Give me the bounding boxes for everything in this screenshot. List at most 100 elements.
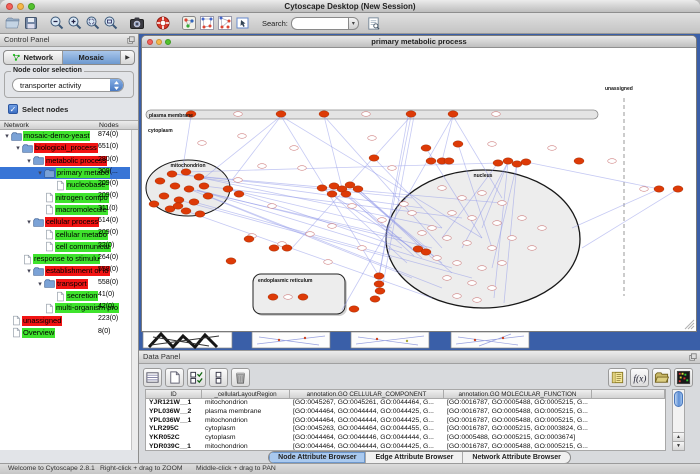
gene-label-node[interactable]	[640, 187, 649, 192]
float-panel-icon[interactable]	[689, 353, 697, 363]
gene-node[interactable]	[349, 306, 359, 312]
gene-node[interactable]	[673, 186, 683, 192]
gene-node[interactable]	[341, 191, 351, 197]
gene-label-node[interactable]	[453, 294, 462, 299]
gene-label-node[interactable]	[258, 164, 267, 169]
import-attributes-button[interactable]	[652, 368, 671, 387]
gene-node[interactable]	[444, 158, 454, 164]
gene-node[interactable]	[421, 249, 431, 255]
gene-label-node[interactable]	[478, 191, 487, 196]
gene-node[interactable]	[298, 294, 308, 300]
tree-row[interactable]: multi-organism pro42(0)	[0, 302, 130, 314]
gene-node[interactable]	[155, 178, 165, 184]
gene-label-node[interactable]	[508, 236, 517, 241]
gene-node[interactable]	[406, 111, 416, 117]
graph-edge[interactable]	[582, 189, 678, 248]
tree-row[interactable]: ▾establishment of lo558(0)	[0, 265, 130, 277]
gene-node[interactable]	[269, 245, 279, 251]
gene-label-node[interactable]	[468, 281, 477, 286]
tree-row[interactable]: unassigned223(0)	[0, 314, 130, 326]
expander-icon[interactable]: ▾	[14, 144, 22, 152]
resize-grip[interactable]	[685, 320, 694, 329]
gene-label-node[interactable]	[468, 216, 477, 221]
zoom-fit-button[interactable]	[102, 14, 120, 32]
gene-node[interactable]	[167, 171, 177, 177]
graph-edge[interactable]	[442, 116, 453, 161]
tab-overflow-arrow[interactable]: ▶	[121, 51, 134, 64]
layout-spring-button[interactable]	[216, 14, 234, 32]
matrix-view-button[interactable]	[674, 368, 693, 387]
gene-node[interactable]	[184, 186, 194, 192]
zoom-out-button[interactable]	[48, 14, 66, 32]
new-attribute-button[interactable]	[165, 368, 184, 387]
gene-node[interactable]	[223, 186, 233, 192]
gene-node[interactable]	[234, 191, 244, 197]
tree-row[interactable]: ▾primary metabo209(...	[0, 167, 130, 179]
gene-node[interactable]	[448, 111, 458, 117]
layout-grid-button[interactable]	[198, 14, 216, 32]
select-mode-button[interactable]	[234, 14, 252, 32]
expander-icon[interactable]: ▾	[36, 169, 44, 177]
gene-node[interactable]	[181, 208, 191, 214]
gene-node[interactable]	[170, 183, 180, 189]
tree-row[interactable]: cell communicat22(0)	[0, 241, 130, 253]
table-row[interactable]: YDR039C__1mitochondrion[GO:0044464, GO:0…	[146, 443, 665, 451]
gene-node[interactable]	[181, 169, 191, 175]
column-header[interactable]: _cellularLayoutRegion	[202, 390, 290, 399]
gene-node[interactable]	[244, 236, 254, 242]
gene-node[interactable]	[574, 158, 584, 164]
tree-row[interactable]: ▾mosaic-demo-yeast874(0)	[0, 130, 130, 142]
tree-row[interactable]: ▾metabolic process280(0)	[0, 155, 130, 167]
zoom-in-button[interactable]	[66, 14, 84, 32]
tree-row[interactable]: Overview8(0)	[0, 327, 130, 339]
tree-scrollbar[interactable]	[131, 130, 138, 450]
gene-node[interactable]	[374, 281, 384, 287]
gene-label-node[interactable]	[608, 159, 617, 164]
tree-row[interactable]: cellular metabo209(0)	[0, 228, 130, 240]
gene-label-node[interactable]	[284, 295, 293, 300]
expander-icon[interactable]: ▾	[36, 280, 44, 288]
gene-node[interactable]	[493, 160, 503, 166]
tree-row[interactable]: response to stimulu264(0)	[0, 253, 130, 265]
tree-row[interactable]: nitrogen compo209(0)	[0, 191, 130, 203]
tree-row[interactable]: ▾cellular process614(0)	[0, 216, 130, 228]
gene-label-node[interactable]	[473, 298, 482, 303]
gene-label-node[interactable]	[498, 201, 507, 206]
gene-label-node[interactable]	[488, 286, 497, 291]
gene-label-node[interactable]	[298, 166, 307, 171]
table-row[interactable]: YPL036W__1mitochondrion[GO:0044464, GO:0…	[146, 417, 665, 426]
float-panel-icon[interactable]	[127, 36, 135, 46]
vizmapper-button[interactable]	[180, 14, 198, 32]
gene-label-node[interactable]	[238, 134, 247, 139]
gene-label-node[interactable]	[443, 236, 452, 241]
table-row[interactable]: YJR121W__1mitochondrion[GO:0045267, GO:0…	[146, 399, 665, 408]
search-dropdown-icon[interactable]: ▾	[348, 17, 359, 30]
gene-label-node[interactable]	[348, 204, 357, 209]
gene-label-node[interactable]	[234, 178, 243, 183]
open-button[interactable]	[4, 14, 22, 32]
gene-label-node[interactable]	[368, 136, 377, 141]
gene-node[interactable]	[426, 158, 436, 164]
column-header[interactable]: ID	[146, 390, 202, 399]
gene-node[interactable]	[276, 111, 286, 117]
attribute-table[interactable]: ID_cellularLayoutRegionannotation.GO CEL…	[145, 389, 666, 451]
gene-label-node[interactable]	[492, 112, 501, 117]
table-scrollbar[interactable]: ▲ ▼	[672, 389, 685, 451]
select-attributes-button[interactable]	[187, 368, 206, 387]
gene-label-node[interactable]	[518, 216, 527, 221]
help-button[interactable]	[154, 14, 172, 32]
gene-label-node[interactable]	[268, 204, 277, 209]
gene-label-node[interactable]	[234, 112, 243, 117]
gene-label-node[interactable]	[488, 246, 497, 251]
tab-node-attribute-browser[interactable]: Node Attribute Browser	[269, 452, 366, 463]
tree-row[interactable]: macromolecule311(0)	[0, 204, 130, 216]
gene-label-node[interactable]	[538, 226, 547, 231]
gene-node[interactable]	[174, 197, 184, 203]
gene-node[interactable]	[453, 141, 463, 147]
tab-network[interactable]: Network	[4, 51, 63, 64]
table-row[interactable]: YPL036W__2plasma membrane[GO:0044464, GO…	[146, 408, 665, 417]
gene-label-node[interactable]	[400, 202, 409, 207]
zoom-selected-button[interactable]	[84, 14, 102, 32]
gene-node[interactable]	[353, 186, 363, 192]
gene-label-node[interactable]	[458, 196, 467, 201]
